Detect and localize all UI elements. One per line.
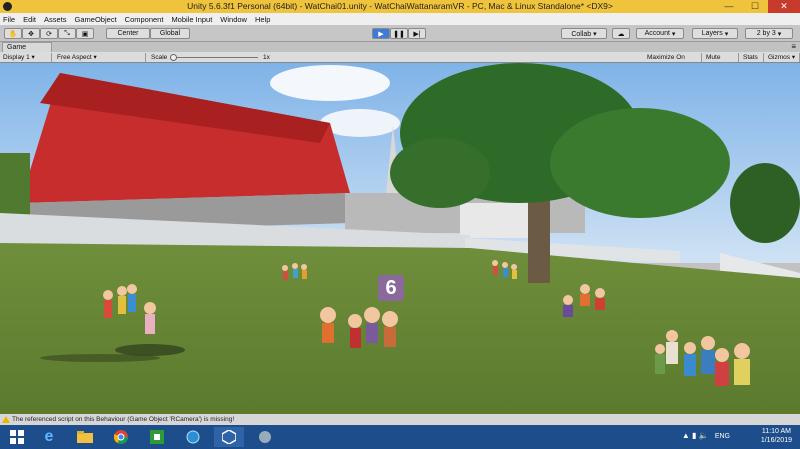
chrome-icon[interactable] [106, 427, 136, 447]
cloud [270, 65, 390, 101]
game-view-bar: Display 1 ▾ Free Aspect ▾ Scale 1x Maxim… [0, 52, 800, 70]
layers-dropdown[interactable]: Layers ▾ [692, 28, 738, 39]
console-status-bar[interactable]: The referenced script on this Behaviour … [0, 414, 800, 425]
collab-button[interactable]: Collab ▾ [561, 28, 607, 39]
mute-audio-toggle[interactable]: Mute Audio [703, 53, 739, 70]
menu-edit[interactable]: Edit [23, 15, 36, 24]
file-explorer-icon[interactable] [70, 427, 100, 447]
language-indicator[interactable]: ENG [715, 433, 730, 440]
window-title: Unity 5.6.3f1 Personal (64bit) - WatChai… [187, 1, 613, 11]
menu-bar: File Edit Assets GameObject Component Mo… [0, 13, 800, 25]
maximize-on-play-toggle[interactable]: Maximize On Play [644, 53, 702, 70]
store-icon[interactable] [142, 427, 172, 447]
layers-label: Layers [701, 30, 723, 37]
account-dropdown[interactable]: Account ▾ [636, 28, 684, 39]
tab-game[interactable]: Game [2, 42, 52, 52]
shadow [40, 354, 160, 362]
stats-label: Stats [743, 54, 758, 61]
move-tool-icon[interactable]: ✥ [22, 28, 40, 39]
menu-file[interactable]: File [3, 15, 15, 24]
clock-time: 11:10 AM [761, 428, 791, 435]
space-global-button[interactable]: Global [150, 28, 190, 39]
scale-label: Scale [151, 54, 168, 61]
layout-dropdown[interactable]: 2 by 3 ▾ [745, 28, 793, 39]
maximize-button[interactable]: ☐ [742, 0, 768, 13]
tree-left [0, 153, 30, 223]
close-button[interactable]: ✕ [768, 0, 800, 13]
aspect-dropdown[interactable]: Free Aspect ▾ [54, 53, 146, 62]
scale-slider-track[interactable] [174, 57, 258, 58]
gizmos-dropdown[interactable]: Gizmos ▾ [765, 53, 800, 62]
menu-help[interactable]: Help [255, 15, 270, 24]
windows-taskbar: e ▲ ▮ 🔈 ENG 11:10 AM 1/16/2019 [0, 425, 800, 449]
warning-icon [2, 416, 10, 423]
display-label: Display 1 [3, 54, 30, 61]
main-toolbar: ✋ ✥ ⟳ ⤡ ▣ Center Global ▶ ❚❚ ▶| Collab ▾… [0, 25, 800, 42]
scale-tool-icon[interactable]: ⤡ [58, 28, 76, 39]
tree-canopy [390, 138, 490, 208]
play-button[interactable]: ▶ [372, 28, 390, 39]
browser-globe-icon[interactable] [178, 427, 208, 447]
unity-taskbar-icon[interactable] [214, 427, 244, 447]
display-dropdown[interactable]: Display 1 ▾ [0, 53, 52, 62]
step-button[interactable]: ▶| [408, 28, 426, 39]
menu-component[interactable]: Component [125, 15, 164, 24]
internet-explorer-icon[interactable]: e [34, 427, 64, 447]
menu-assets[interactable]: Assets [44, 15, 67, 24]
stats-toggle[interactable]: Stats [740, 53, 764, 62]
rotate-tool-icon[interactable]: ⟳ [40, 28, 58, 39]
pivot-label: Center [117, 30, 139, 37]
space-label: Global [159, 30, 181, 37]
account-label: Account [644, 30, 670, 37]
rect-tool-icon[interactable]: ▣ [76, 28, 94, 39]
clock-date: 1/16/2019 [760, 437, 792, 444]
menu-mobile-input[interactable]: Mobile Input [171, 15, 212, 24]
game-viewport[interactable]: 6 [0, 63, 800, 414]
windows-start-icon[interactable] [2, 427, 32, 447]
scale-value: 1x [263, 54, 270, 61]
aspect-label: Free Aspect [57, 54, 92, 61]
game-tab-row: Game ≡ [0, 42, 800, 52]
clock[interactable]: 11:10 AM 1/16/2019 [761, 427, 792, 445]
hand-tool-icon[interactable]: ✋ [4, 28, 22, 39]
shadow [115, 344, 185, 356]
tab-game-label: Game [7, 44, 27, 51]
tree-canopy [550, 108, 730, 218]
gizmos-label: Gizmos [768, 54, 791, 61]
scene-illustration [0, 63, 800, 414]
title-bar: Unity 5.6.3f1 Personal (64bit) - WatChai… [0, 0, 800, 13]
collab-label: Collab ▾ [571, 30, 597, 38]
menu-window[interactable]: Window [220, 15, 247, 24]
layout-label: 2 by 3 [756, 30, 776, 37]
pause-button[interactable]: ❚❚ [390, 28, 408, 39]
menu-gameobject[interactable]: GameObject [75, 15, 117, 24]
network-icon[interactable]: ▮ [692, 431, 696, 440]
lawn [0, 243, 800, 414]
number-sign-label: 6 [385, 277, 397, 299]
scale-slider-knob[interactable] [170, 54, 177, 61]
pivot-center-button[interactable]: Center [106, 28, 150, 39]
system-tray: ▲ ▮ 🔈 ENG [682, 431, 730, 440]
tree-right [730, 163, 800, 243]
status-message: The referenced script on this Behaviour … [12, 416, 235, 423]
tool-app-icon[interactable] [250, 427, 280, 447]
window-controls: — ☐ ✕ [716, 0, 800, 13]
tray-arrow-icon[interactable]: ▲ [682, 431, 690, 440]
cloud-icon[interactable]: ☁ [612, 28, 630, 39]
menu-dots-icon[interactable]: ≡ [791, 42, 796, 51]
minimize-button[interactable]: — [716, 0, 742, 13]
volume-icon[interactable]: 🔈 [699, 431, 709, 440]
